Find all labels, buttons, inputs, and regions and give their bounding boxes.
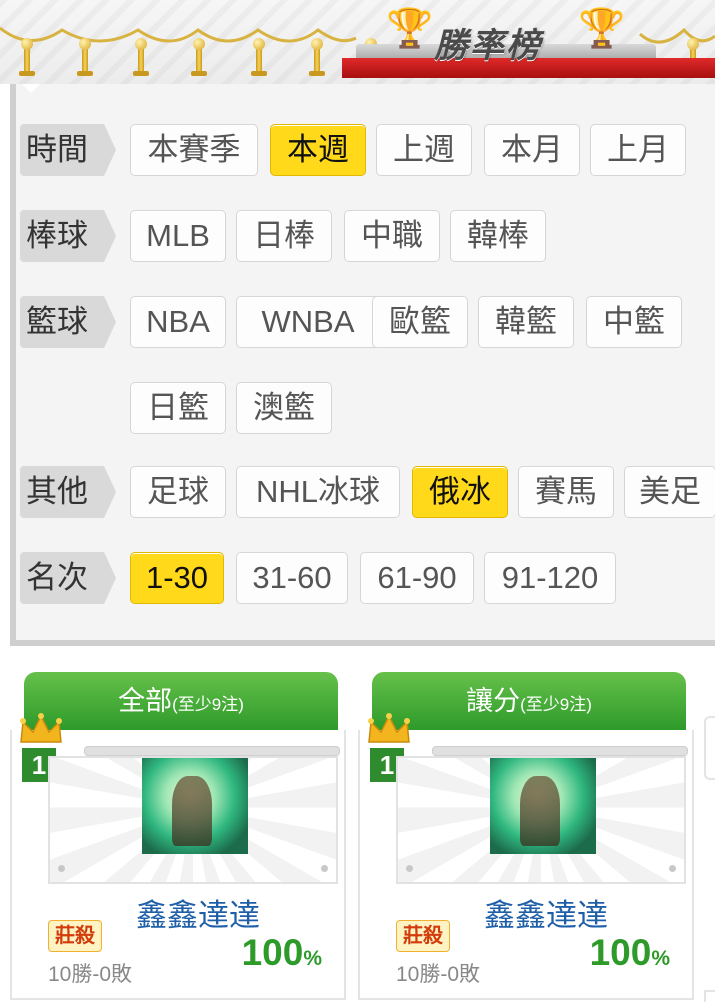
card-title: 全部 xyxy=(118,686,173,716)
player-name[interactable]: 鑫鑫達達 xyxy=(80,890,316,935)
chip-horse-racing[interactable]: 賽馬 xyxy=(518,466,614,518)
chip-time-season[interactable]: 本賽季 xyxy=(130,124,258,176)
filter-label-rank: 名次 xyxy=(20,552,116,604)
chip-time-this-week[interactable]: 本週 xyxy=(270,124,366,176)
crown-icon xyxy=(20,713,62,743)
chip-rank-1-30[interactable]: 1-30 xyxy=(130,552,224,604)
progress-bar xyxy=(84,746,340,756)
stanchion-icon xyxy=(19,38,35,76)
chip-china-basketball[interactable]: 中籃 xyxy=(586,296,682,348)
card-header: 讓分(至少9注) xyxy=(372,672,686,730)
frame-dot xyxy=(669,865,676,872)
chip-time-last-month[interactable]: 上月 xyxy=(590,124,686,176)
chip-rank-61-90[interactable]: 61-90 xyxy=(360,552,474,604)
chip-soccer[interactable]: 足球 xyxy=(130,466,226,518)
chip-american-football[interactable]: 美足 xyxy=(624,466,715,518)
player-name[interactable]: 鑫鑫達達 xyxy=(428,890,664,935)
trophy-icon: 🏆 xyxy=(578,8,626,50)
stanchion-icon xyxy=(77,38,93,76)
avatar-frame xyxy=(396,756,686,884)
filter-label-baseball: 棒球 xyxy=(20,210,116,262)
leader-card-spread[interactable]: 讓分(至少9注) 1 鑫鑫達達 莊殺 10勝-0敗 100% xyxy=(358,672,694,1000)
filter-label-time: 時間 xyxy=(20,124,116,176)
trophy-icon: 🏆 xyxy=(386,8,434,50)
win-percentage: 100% xyxy=(242,932,322,974)
chip-rank-91-120[interactable]: 91-120 xyxy=(484,552,616,604)
leader-card-all[interactable]: 全部(至少9注) 1 鑫鑫達達 莊殺 10勝-0敗 100% xyxy=(10,672,346,1000)
chip-time-last-week[interactable]: 上週 xyxy=(376,124,472,176)
avatar-frame xyxy=(48,756,338,884)
chip-khl-hockey[interactable]: 俄冰 xyxy=(412,466,508,518)
chip-npb[interactable]: 日棒 xyxy=(236,210,332,262)
chip-korea-basketball[interactable]: 韓籃 xyxy=(478,296,574,348)
chip-mlb[interactable]: MLB xyxy=(130,210,226,262)
chip-kbo[interactable]: 韓棒 xyxy=(450,210,546,262)
percent-value: 100 xyxy=(241,932,304,973)
progress-bar xyxy=(432,746,688,756)
chip-time-this-month[interactable]: 本月 xyxy=(484,124,580,176)
panel-notch xyxy=(22,84,40,93)
frame-dot xyxy=(406,865,413,872)
header-banner: 🏆 🏆 勝率榜 xyxy=(0,0,715,84)
win-percentage: 100% xyxy=(590,932,670,974)
player-tag: 莊殺 xyxy=(396,920,450,952)
frame-dot xyxy=(58,865,65,872)
card-subtitle: (至少9注) xyxy=(172,695,244,714)
player-tag: 莊殺 xyxy=(48,920,102,952)
chip-australia-basketball[interactable]: 澳籃 xyxy=(236,382,332,434)
chip-wnba[interactable]: WNBA xyxy=(236,296,380,348)
chip-rank-31-60[interactable]: 31-60 xyxy=(236,552,348,604)
chip-nba[interactable]: NBA xyxy=(130,296,226,348)
win-loss-record: 10勝-0敗 xyxy=(48,963,133,986)
stanchion-icon xyxy=(251,38,267,76)
card-subtitle: (至少9注) xyxy=(520,695,592,714)
card-header: 全部(至少9注) xyxy=(24,672,338,730)
filter-label-other: 其他 xyxy=(20,466,116,518)
crown-icon xyxy=(368,713,410,743)
filter-label-basketball: 籃球 xyxy=(20,296,116,348)
avatar[interactable] xyxy=(142,758,248,854)
stanchion-icon xyxy=(133,38,149,76)
next-card-edge[interactable] xyxy=(704,716,715,780)
page-title: 勝率榜 xyxy=(434,27,542,65)
frame-dot xyxy=(321,865,328,872)
percent-unit: % xyxy=(303,947,322,970)
stanchion-icon xyxy=(191,38,207,76)
chip-euro-basketball[interactable]: 歐籃 xyxy=(372,296,468,348)
chip-cpbl[interactable]: 中職 xyxy=(344,210,440,262)
chip-japan-basketball[interactable]: 日籃 xyxy=(130,382,226,434)
chip-nhl-hockey[interactable]: NHL冰球 xyxy=(236,466,400,518)
stanchion-icon xyxy=(309,38,325,76)
card-title: 讓分 xyxy=(466,686,521,716)
avatar[interactable] xyxy=(490,758,596,854)
percent-value: 100 xyxy=(589,932,652,973)
win-loss-record: 10勝-0敗 xyxy=(396,963,481,986)
next-card-edge[interactable] xyxy=(704,990,715,1002)
percent-unit: % xyxy=(651,947,670,970)
